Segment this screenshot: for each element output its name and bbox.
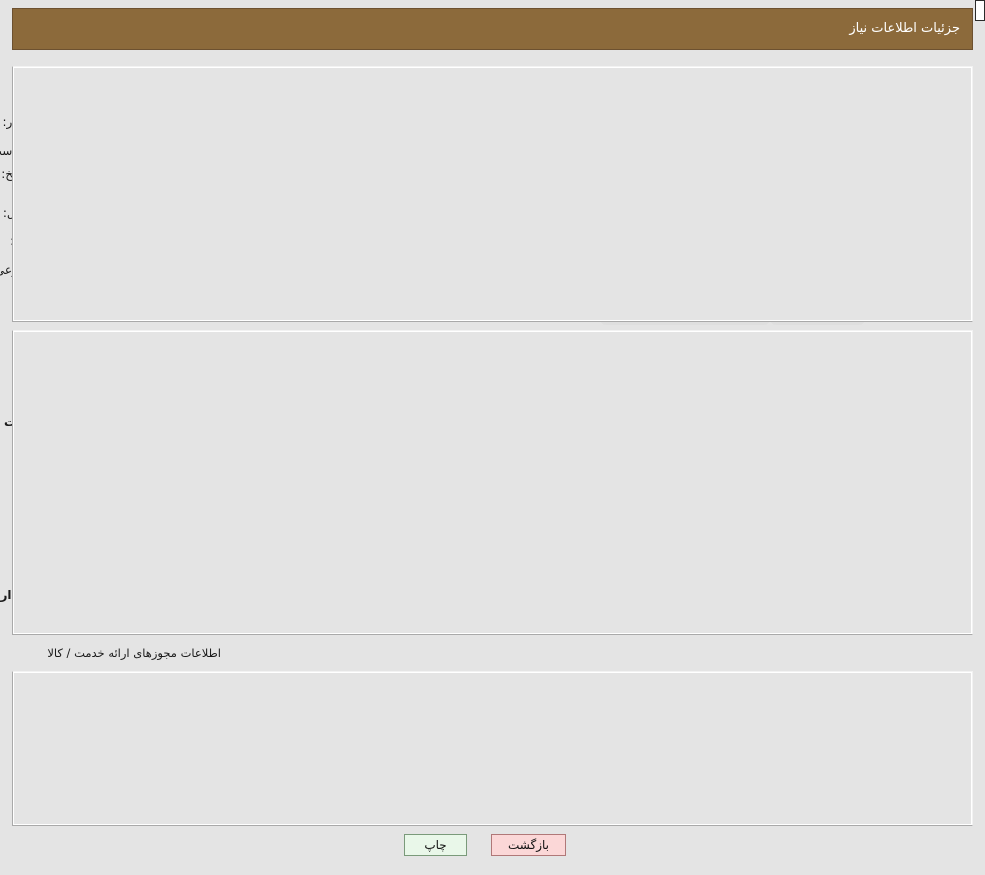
need-summary-panel [12, 66, 973, 322]
need-details-panel [12, 330, 973, 635]
back-button[interactable]: بازگشت [491, 834, 566, 856]
page-root: AriaTender.net جزئیات اطلاعات نیاز شماره… [0, 0, 985, 875]
permits-section-caption: اطلاعات مجوزهای ارائه خدمت / کالا [47, 646, 221, 660]
print-button[interactable]: چاپ [404, 834, 467, 856]
page-header-bar: جزئیات اطلاعات نیاز [12, 8, 973, 50]
page-title: جزئیات اطلاعات نیاز [849, 21, 960, 36]
permits-panel [12, 671, 973, 826]
